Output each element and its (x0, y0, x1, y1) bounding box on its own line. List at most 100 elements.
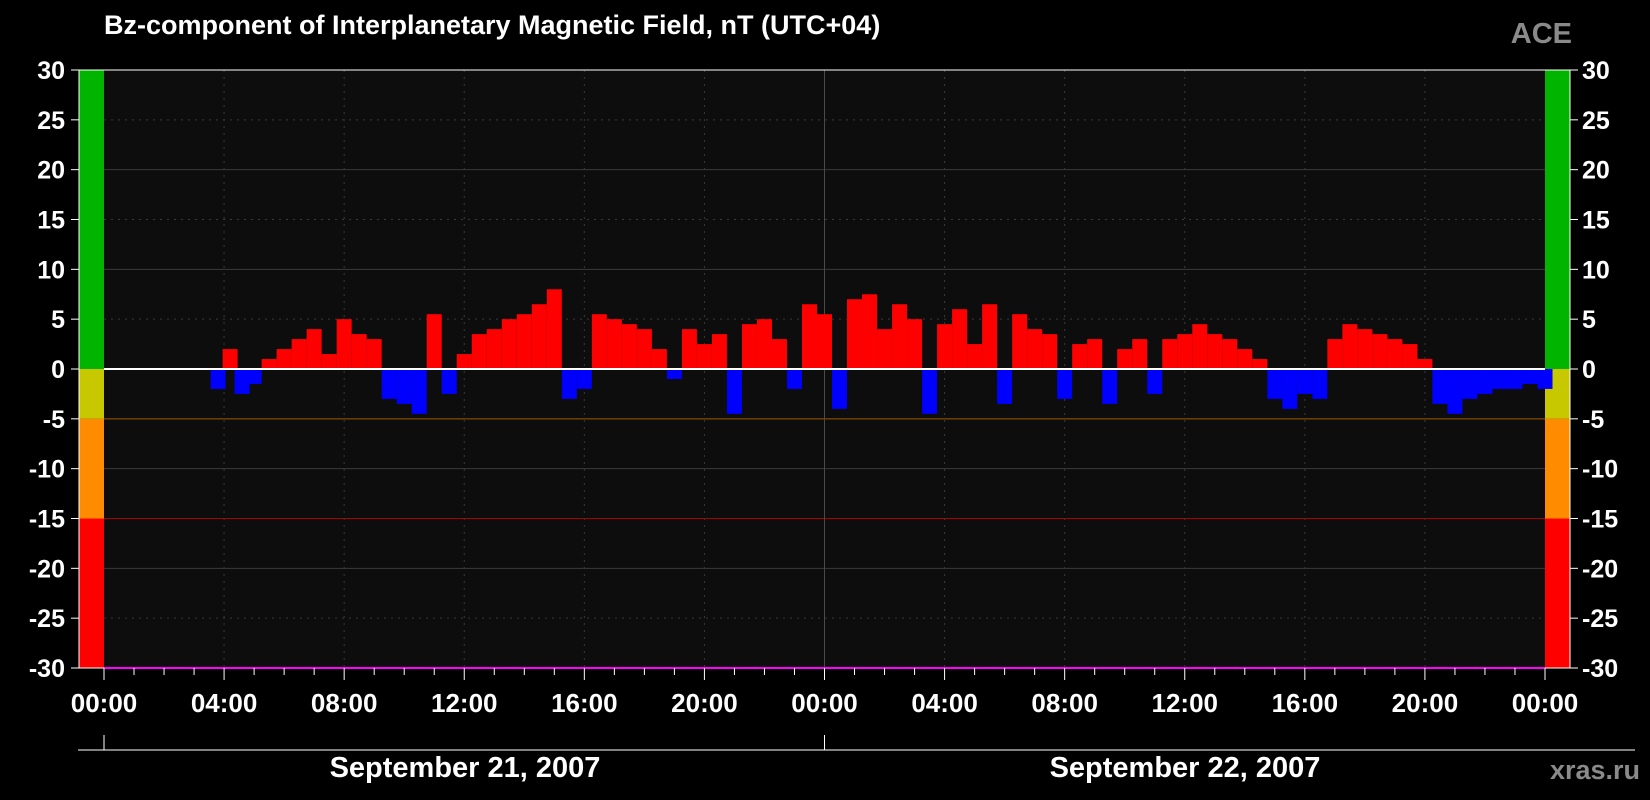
bz-bar (486, 329, 502, 369)
bz-bar (1312, 369, 1328, 399)
bz-bar (1387, 339, 1403, 369)
bz-bar (1072, 344, 1088, 369)
y-tick-label-left: -10 (29, 456, 65, 484)
bz-bar (351, 334, 367, 369)
bz-bar (1237, 349, 1253, 369)
bz-bar (922, 369, 938, 414)
bz-bar (531, 304, 547, 369)
y-tick-label-left: -30 (29, 655, 65, 683)
bz-bar (621, 324, 637, 369)
bz-bar (756, 319, 772, 369)
bz-bar (426, 314, 442, 369)
bz-bar (1507, 369, 1523, 389)
bz-bar (1042, 334, 1058, 369)
threshold-band-right-2 (1545, 418, 1570, 519)
bz-bar (471, 334, 487, 369)
bz-bar (1417, 359, 1433, 369)
y-tick-label-left: 15 (37, 207, 65, 235)
bz-bar (1252, 359, 1268, 369)
credit-label: xras.ru (1549, 755, 1640, 785)
x-tick-label: 16:00 (1272, 688, 1339, 718)
y-tick-label-right: -30 (1582, 655, 1618, 683)
bz-bar (1447, 369, 1463, 414)
bz-bar (816, 314, 833, 369)
bz-bar (210, 369, 226, 389)
bz-bar (1297, 369, 1313, 394)
y-tick-label-left: 25 (37, 107, 65, 135)
bz-bar (1267, 369, 1283, 399)
bz-bar (1162, 339, 1178, 369)
x-tick-label: 20:00 (1392, 688, 1459, 718)
bz-bar (801, 304, 817, 369)
date-label-day1: September 21, 2007 (329, 752, 601, 784)
bz-bar (1012, 314, 1028, 369)
bz-bar (862, 294, 878, 369)
bz-bar (1282, 369, 1298, 409)
bz-bar (591, 314, 607, 369)
bz-bar (651, 349, 667, 369)
bz-bar (516, 314, 532, 369)
bz-bar (666, 369, 682, 379)
y-tick-label-left: 10 (37, 256, 65, 284)
bz-bar (982, 304, 998, 369)
x-tick-label: 04:00 (191, 688, 258, 718)
threshold-band-left-1 (79, 369, 104, 419)
bz-bar (261, 359, 277, 369)
bz-bar (1117, 349, 1133, 369)
bz-bar (832, 369, 848, 409)
x-tick-label: 00:00 (71, 688, 138, 718)
x-tick-label: 12:00 (1152, 688, 1219, 718)
y-tick-label-right: -20 (1582, 555, 1618, 583)
bz-bar (1372, 334, 1388, 369)
bz-bar (696, 344, 712, 369)
y-tick-label-right: 15 (1582, 207, 1610, 235)
bz-bar (456, 354, 472, 369)
bz-bar (276, 349, 292, 369)
bz-bar (246, 369, 262, 384)
bz-bar (1177, 334, 1193, 369)
bz-bar (681, 329, 697, 369)
y-tick-label-left: 20 (37, 157, 65, 185)
threshold-band-left-3 (79, 518, 104, 668)
bz-bar (396, 369, 412, 404)
bz-bar (1207, 334, 1223, 369)
y-tick-label-left: 5 (51, 306, 65, 334)
y-tick-label-right: 25 (1582, 107, 1610, 135)
chart-title: Bz-component of Interplanetary Magnetic … (104, 10, 881, 40)
date-label-day2: September 22, 2007 (1049, 752, 1321, 784)
bz-bar (1492, 369, 1508, 389)
bz-bar (1147, 369, 1163, 394)
bz-bar (877, 329, 893, 369)
bz-bar (771, 339, 787, 369)
y-tick-label-right: 30 (1582, 57, 1610, 85)
bz-bar (1537, 369, 1553, 389)
x-tick-label: 08:00 (1031, 688, 1098, 718)
bz-bar (222, 349, 238, 369)
bz-bar (907, 319, 923, 369)
bz-bar (892, 304, 908, 369)
bz-bar (366, 339, 382, 369)
bz-bar (1327, 339, 1343, 369)
y-tick-label-right: 10 (1582, 256, 1610, 284)
bz-bar (997, 369, 1013, 404)
bz-bar (381, 369, 397, 399)
bz-bar (441, 369, 457, 394)
bz-bar (321, 354, 337, 369)
bz-bar (606, 319, 622, 369)
bz-bar (1522, 369, 1538, 384)
x-tick-label: 04:00 (911, 688, 978, 718)
bz-bar (1132, 339, 1148, 369)
bz-bar (1057, 369, 1073, 399)
bz-bar (847, 299, 863, 369)
bz-bar (1192, 324, 1208, 369)
bz-bar (711, 334, 727, 369)
bz-bar (411, 369, 427, 414)
bz-bar (741, 324, 757, 369)
bz-bar (1357, 329, 1373, 369)
y-tick-label-left: 0 (51, 356, 65, 384)
source-label: ACE (1510, 18, 1572, 50)
bz-bar (1102, 369, 1118, 404)
bz-bar (1432, 369, 1448, 404)
y-tick-label-right: 20 (1582, 157, 1610, 185)
x-tick-label: 20:00 (671, 688, 738, 718)
